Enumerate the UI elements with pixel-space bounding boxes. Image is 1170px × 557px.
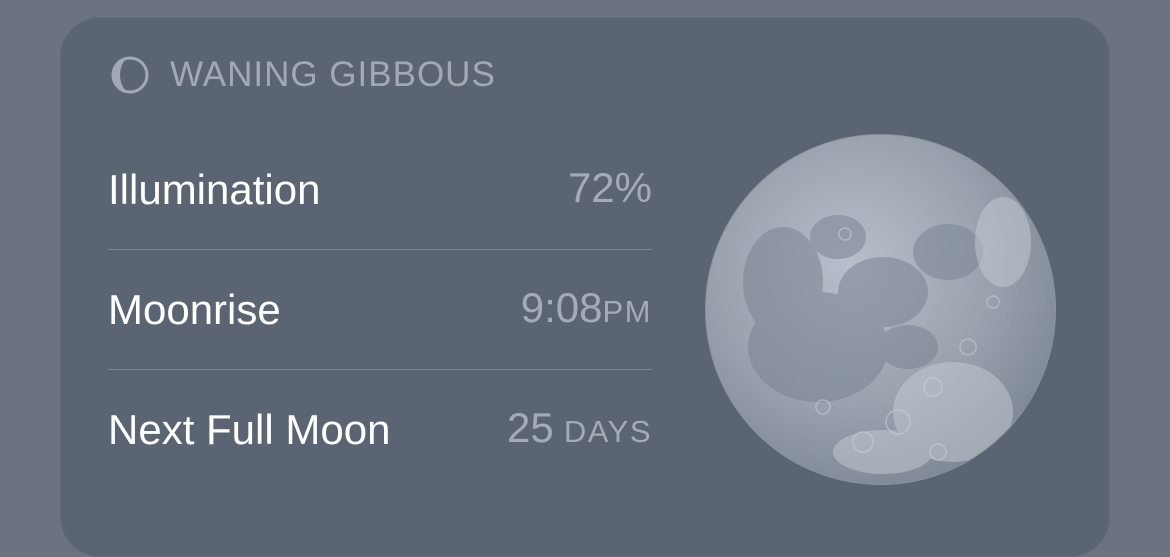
moon-image xyxy=(705,134,1056,485)
next-full-moon-unit: DAYS xyxy=(553,414,652,449)
illumination-label: Illumination xyxy=(108,165,321,213)
waning-gibbous-moon-icon xyxy=(111,56,149,94)
next-full-moon-count: 25 xyxy=(507,404,554,451)
illumination-value: 72% xyxy=(568,163,652,217)
moon-phase-card[interactable]: WANING GIBBOUS Illumination 72% Moonrise… xyxy=(60,17,1110,557)
illumination-row: Illumination 72% xyxy=(108,130,652,250)
next-full-moon-label: Next Full Moon xyxy=(108,406,391,453)
moonrise-value: 9:08PM xyxy=(521,283,652,337)
card-header: WANING GIBBOUS xyxy=(110,55,496,95)
moonrise-meridiem: PM xyxy=(602,293,652,329)
moonrise-label: Moonrise xyxy=(108,285,281,333)
moonrise-time: 9:08 xyxy=(520,283,603,331)
moon-details-list: Illumination 72% Moonrise 9:08PM Next Fu… xyxy=(108,130,652,490)
next-full-moon-value: 25 DAYS xyxy=(507,403,652,457)
moonrise-row: Moonrise 9:08PM xyxy=(108,250,652,370)
moon-phase-name: WANING GIBBOUS xyxy=(170,55,496,94)
illumination-number: 72% xyxy=(567,163,652,211)
next-full-moon-row: Next Full Moon 25 DAYS xyxy=(108,370,652,490)
